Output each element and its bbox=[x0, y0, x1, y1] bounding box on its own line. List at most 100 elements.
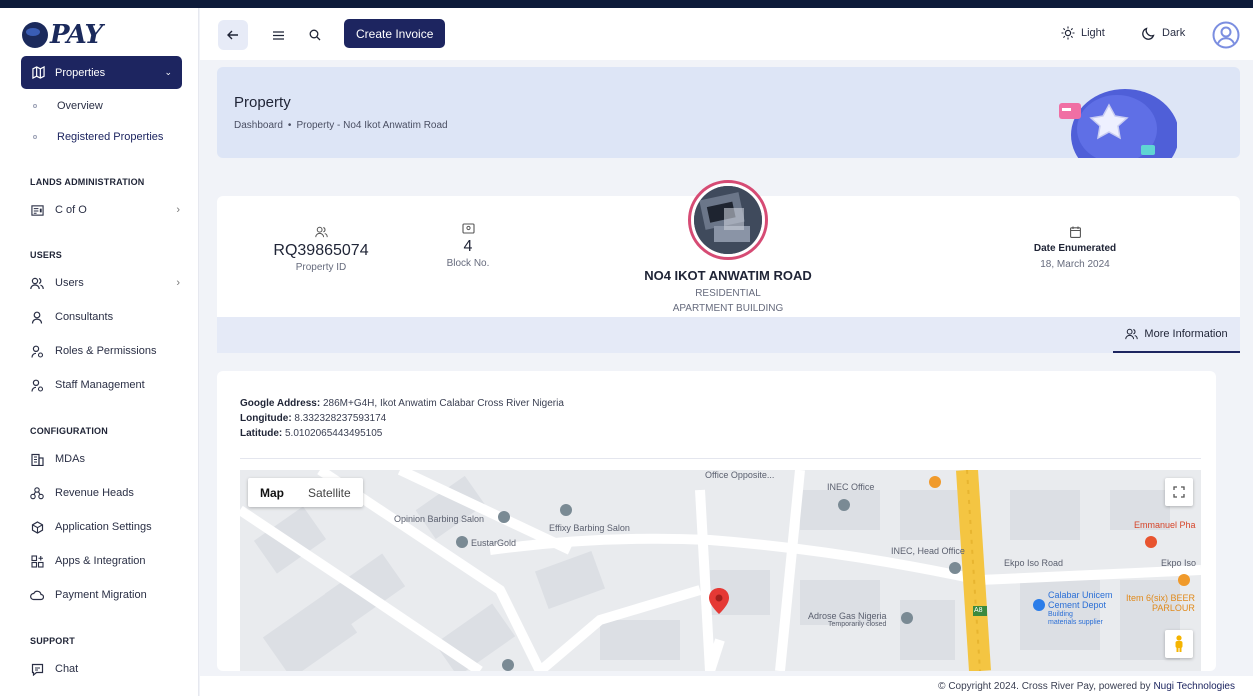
map-label: Ekpo Iso bbox=[1161, 558, 1197, 568]
sun-icon bbox=[1061, 26, 1075, 40]
arrow-left-icon bbox=[227, 30, 239, 40]
org-chart-icon bbox=[30, 486, 44, 500]
user-avatar-icon bbox=[1212, 21, 1240, 49]
longitude-label: Longitude: bbox=[240, 413, 292, 424]
sidebar-item-label: Application Settings bbox=[55, 521, 152, 533]
sidebar-item-payment-migration[interactable]: Payment Migration bbox=[30, 588, 180, 602]
block-no-label: Block No. bbox=[446, 258, 490, 269]
calendar-icon bbox=[1025, 226, 1125, 238]
user-icon bbox=[30, 310, 44, 324]
pegman-icon bbox=[1173, 635, 1185, 653]
divider bbox=[240, 458, 1201, 459]
sidebar-item-consultants[interactable]: Consultants bbox=[30, 310, 180, 324]
search-button[interactable] bbox=[300, 20, 330, 50]
logo[interactable]: PAY bbox=[22, 18, 103, 52]
sidebar-item-label: Properties bbox=[55, 66, 106, 79]
section-support: SUPPORT bbox=[30, 636, 75, 646]
page-title: Property bbox=[234, 94, 291, 111]
avatar[interactable] bbox=[1212, 21, 1240, 49]
date-enumerated-label: Date Enumerated bbox=[1033, 243, 1117, 254]
id-card-icon bbox=[428, 223, 508, 234]
property-name: NO4 IKOT ANWATIM ROAD bbox=[644, 268, 812, 283]
light-mode-button[interactable]: Light bbox=[1061, 26, 1105, 40]
map-label: Cement Depot bbox=[1048, 600, 1107, 610]
map-icon bbox=[31, 66, 45, 80]
address-details: Google Address: 286M+G4H, Ikot Anwatim C… bbox=[240, 396, 564, 441]
fullscreen-button[interactable] bbox=[1165, 478, 1193, 506]
sidebar-subitem-overview[interactable]: Overview bbox=[33, 100, 103, 112]
sidebar-item-label: Users bbox=[55, 277, 84, 289]
latitude-value: 5.0102065443495105 bbox=[282, 428, 383, 439]
users-icon bbox=[257, 226, 385, 238]
sidebar-item-revenue-heads[interactable]: Revenue Heads bbox=[30, 486, 180, 500]
satellite-tab[interactable]: Satellite bbox=[296, 478, 363, 507]
sidebar-item-label: Roles & Permissions bbox=[55, 345, 157, 357]
cloud-icon bbox=[30, 588, 44, 602]
sidebar-item-apps-integration[interactable]: Apps & Integration bbox=[30, 554, 180, 568]
sidebar-item-application-settings[interactable]: Application Settings bbox=[30, 520, 180, 534]
sidebar-item-staff-management[interactable]: Staff Management bbox=[30, 378, 180, 392]
breadcrumb-separator: • bbox=[287, 120, 292, 131]
longitude-row: Longitude: 8.332328237593174 bbox=[240, 411, 564, 426]
google-address-value: 286M+G4H, Ikot Anwatim Calabar Cross Riv… bbox=[320, 398, 564, 409]
sidebar-subitem-label: Registered Properties bbox=[57, 131, 164, 143]
footer-brand-link[interactable]: Nugi Technologies bbox=[1153, 681, 1235, 692]
map-label: INEC Office bbox=[827, 482, 875, 492]
app-frame: PAY Properties ⌄ Overview Registered Pro… bbox=[0, 0, 1253, 696]
map-label: PARLOUR bbox=[1152, 603, 1195, 613]
fullscreen-icon bbox=[1173, 486, 1185, 498]
sidebar-item-c-of-o[interactable]: C of O › bbox=[30, 203, 180, 217]
light-mode-label: Light bbox=[1081, 27, 1105, 39]
map-label: Building bbox=[1048, 611, 1073, 618]
breadcrumb: Dashboard • Property - No4 Ikot Anwatim Ro… bbox=[234, 120, 448, 131]
map-label: Adrose Gas Nigeria bbox=[808, 611, 887, 621]
property-type: RESIDENTIAL bbox=[695, 288, 761, 299]
property-subtype: APARTMENT BUILDING bbox=[672, 303, 784, 314]
map-label: Opinion Barbing Salon bbox=[394, 514, 485, 524]
breadcrumb-dashboard[interactable]: Dashboard bbox=[234, 120, 283, 131]
map-label: Temporarily closed bbox=[828, 621, 887, 628]
sidebar: PAY Properties ⌄ Overview Registered Pro… bbox=[0, 8, 199, 696]
sidebar-item-properties[interactable]: Properties ⌄ bbox=[21, 56, 182, 89]
property-photo[interactable] bbox=[688, 180, 768, 260]
street-view-button[interactable] bbox=[1165, 630, 1193, 658]
sidebar-item-chat[interactable]: Chat bbox=[30, 662, 180, 676]
property-tab-bar: More Information bbox=[217, 317, 1240, 353]
latitude-label: Latitude: bbox=[240, 428, 283, 439]
sidebar-item-mdas[interactable]: MDAs bbox=[30, 452, 180, 466]
sidebar-item-label: Consultants bbox=[55, 311, 114, 323]
property-id-label: Property ID bbox=[295, 262, 347, 273]
sidebar-item-label: Chat bbox=[55, 663, 79, 675]
map-tab[interactable]: Map bbox=[248, 478, 296, 507]
users-icon bbox=[1125, 328, 1139, 340]
certificate-icon bbox=[30, 203, 44, 217]
logo-text: PAY bbox=[50, 20, 103, 50]
tab-more-information[interactable]: More Information bbox=[1113, 317, 1240, 353]
star-illustration bbox=[1057, 77, 1177, 158]
footer: © Copyright 2024. Cross River Pay, power… bbox=[200, 676, 1253, 696]
dark-mode-button[interactable]: Dark bbox=[1142, 26, 1185, 40]
section-users: USERS bbox=[30, 250, 63, 260]
chevron-right-icon: › bbox=[176, 204, 180, 216]
map-label: Item 6(six) BEER bbox=[1126, 593, 1196, 603]
route-shield: A8 bbox=[974, 607, 983, 614]
map-label: INEC, Head Office bbox=[891, 546, 965, 556]
bullet-icon bbox=[33, 104, 37, 108]
chat-icon bbox=[30, 662, 44, 676]
sidebar-item-label: C of O bbox=[55, 204, 87, 216]
sidebar-item-users[interactable]: Users › bbox=[30, 276, 180, 290]
latitude-row: Latitude: 5.0102065443495105 bbox=[240, 426, 564, 441]
google-address-row: Google Address: 286M+G4H, Ikot Anwatim C… bbox=[240, 396, 564, 411]
menu-toggle-button[interactable] bbox=[263, 20, 293, 50]
back-button[interactable] bbox=[218, 20, 248, 50]
property-id-stat: RQ39865074 Property ID bbox=[257, 226, 385, 273]
sidebar-item-label: Apps & Integration bbox=[55, 555, 146, 567]
map-view[interactable]: Map Satellite Office Opposite... INEC Of… bbox=[240, 470, 1201, 671]
create-invoice-button[interactable]: Create Invoice bbox=[344, 19, 446, 48]
globe-icon bbox=[22, 22, 48, 48]
sidebar-item-label: MDAs bbox=[55, 453, 85, 465]
users-icon bbox=[30, 276, 44, 290]
longitude-value: 8.332328237593174 bbox=[291, 413, 387, 424]
sidebar-subitem-registered-properties[interactable]: Registered Properties bbox=[33, 131, 163, 143]
sidebar-item-roles-permissions[interactable]: Roles & Permissions bbox=[30, 344, 180, 358]
